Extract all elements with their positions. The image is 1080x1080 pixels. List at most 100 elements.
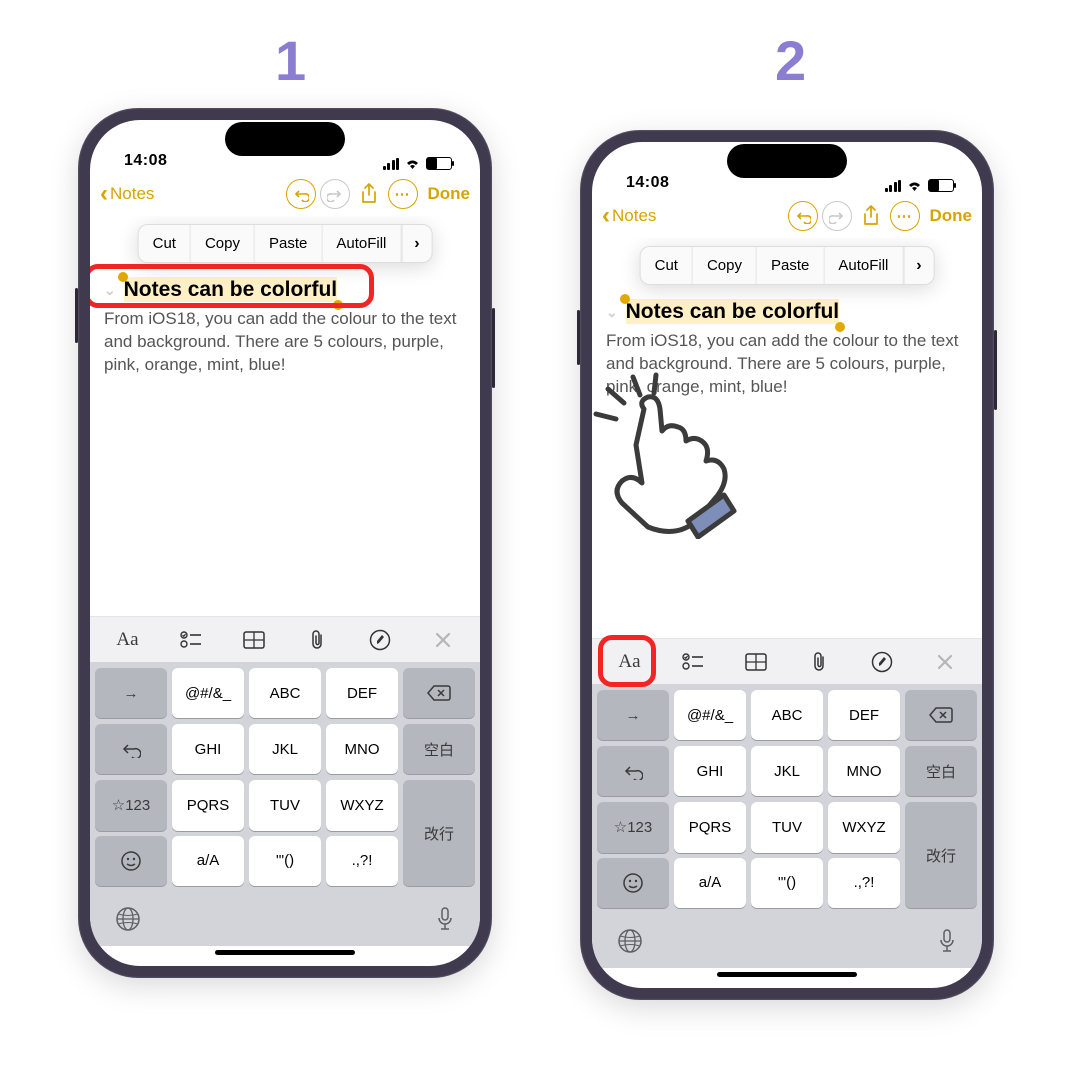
close-toolbar-button[interactable] xyxy=(419,622,467,658)
key-arrow[interactable]: → xyxy=(597,690,669,740)
globe-button[interactable] xyxy=(617,928,643,954)
key-quotes[interactable]: '"() xyxy=(249,836,321,887)
share-button[interactable] xyxy=(856,204,886,228)
close-icon xyxy=(936,653,954,671)
key-shift[interactable]: a/A xyxy=(674,858,746,909)
key-space[interactable]: 空白 xyxy=(403,724,475,774)
more-button[interactable]: ⋯ xyxy=(890,201,920,231)
key-mno[interactable]: MNO xyxy=(828,746,900,796)
note-area[interactable]: Cut Copy Paste AutoFill › ⌄ Notes can be… xyxy=(592,238,982,638)
key-ghi[interactable]: GHI xyxy=(674,746,746,796)
markup-button[interactable] xyxy=(858,644,906,680)
key-ghi[interactable]: GHI xyxy=(172,724,244,774)
context-menu-cut[interactable]: Cut xyxy=(641,247,693,284)
markup-button[interactable] xyxy=(356,622,404,658)
selection-handle-left[interactable] xyxy=(620,294,630,304)
home-indicator[interactable] xyxy=(90,946,480,966)
attachment-button[interactable] xyxy=(795,644,843,680)
key-abc[interactable]: ABC xyxy=(249,668,321,718)
cellular-signal-icon xyxy=(383,158,400,170)
key-tuv[interactable]: TUV xyxy=(249,780,321,831)
emoji-icon xyxy=(622,872,644,894)
text-format-button[interactable]: Aa xyxy=(104,622,152,658)
key-mode-123[interactable]: ☆123 xyxy=(95,780,167,831)
note-title[interactable]: ⌄ Notes can be colorful xyxy=(104,278,337,302)
phone-frame-2: 14:08 ‹ Notes ⋯ Done xyxy=(580,130,994,1000)
ellipsis-icon: ⋯ xyxy=(897,207,913,225)
checklist-button[interactable] xyxy=(167,622,215,658)
table-button[interactable] xyxy=(230,622,278,658)
key-punct[interactable]: .,?! xyxy=(828,858,900,909)
key-def[interactable]: DEF xyxy=(326,668,398,718)
more-button[interactable]: ⋯ xyxy=(388,179,418,209)
done-button[interactable]: Done xyxy=(930,206,973,226)
key-backspace[interactable] xyxy=(905,690,977,740)
key-wxyz[interactable]: WXYZ xyxy=(828,802,900,853)
context-menu-autofill[interactable]: AutoFill xyxy=(322,225,401,262)
battery-icon xyxy=(928,179,954,192)
key-shift[interactable]: a/A xyxy=(172,836,244,887)
table-icon xyxy=(243,631,265,649)
context-menu-more[interactable]: › xyxy=(903,247,933,284)
attachment-button[interactable] xyxy=(293,622,341,658)
text-format-button[interactable]: Aa xyxy=(606,644,654,680)
key-jkl[interactable]: JKL xyxy=(751,746,823,796)
key-emoji[interactable] xyxy=(597,858,669,909)
dictation-button[interactable] xyxy=(435,906,455,932)
key-return[interactable]: 改行 xyxy=(403,780,475,886)
backspace-icon xyxy=(427,684,451,702)
key-tuv[interactable]: TUV xyxy=(751,802,823,853)
key-punct[interactable]: .,?! xyxy=(326,836,398,887)
done-button[interactable]: Done xyxy=(428,184,471,204)
context-menu-more[interactable]: › xyxy=(401,225,431,262)
home-indicator[interactable] xyxy=(592,968,982,988)
key-undo[interactable] xyxy=(95,724,167,774)
checklist-button[interactable] xyxy=(669,644,717,680)
context-menu-autofill[interactable]: AutoFill xyxy=(824,247,903,284)
share-button[interactable] xyxy=(354,182,384,206)
key-backspace[interactable] xyxy=(403,668,475,718)
key-quotes[interactable]: '"() xyxy=(751,858,823,909)
key-wxyz[interactable]: WXYZ xyxy=(326,780,398,831)
key-arrow[interactable]: → xyxy=(95,668,167,718)
key-space[interactable]: 空白 xyxy=(905,746,977,796)
globe-button[interactable] xyxy=(115,906,141,932)
battery-icon xyxy=(426,157,452,170)
undo-button[interactable] xyxy=(788,201,818,231)
key-undo[interactable] xyxy=(597,746,669,796)
context-menu-paste[interactable]: Paste xyxy=(255,225,322,262)
collapse-chevron-icon[interactable]: ⌄ xyxy=(606,304,618,320)
key-symbols[interactable]: @#/&_ xyxy=(172,668,244,718)
key-mno[interactable]: MNO xyxy=(326,724,398,774)
dictation-button[interactable] xyxy=(937,928,957,954)
note-title[interactable]: ⌄ Notes can be colorful xyxy=(606,300,839,324)
keyboard[interactable]: → @#/&_ ABC DEF GHI JKL MNO 空白 ☆123 xyxy=(90,662,480,946)
step-number-2: 2 xyxy=(775,28,806,93)
context-menu-paste[interactable]: Paste xyxy=(757,247,824,284)
back-button[interactable]: ‹ Notes xyxy=(602,206,656,226)
key-return[interactable]: 改行 xyxy=(905,802,977,908)
note-body[interactable]: From iOS18, you can add the colour to th… xyxy=(606,330,968,399)
selection-handle-left[interactable] xyxy=(118,272,128,282)
close-toolbar-button[interactable] xyxy=(921,644,969,680)
key-abc[interactable]: ABC xyxy=(751,690,823,740)
key-jkl[interactable]: JKL xyxy=(249,724,321,774)
key-emoji[interactable] xyxy=(95,836,167,887)
back-button[interactable]: ‹ Notes xyxy=(100,184,154,204)
table-button[interactable] xyxy=(732,644,780,680)
key-symbols[interactable]: @#/&_ xyxy=(674,690,746,740)
keyboard[interactable]: → @#/&_ ABC DEF GHI JKL MNO 空白 ☆123 xyxy=(592,684,982,968)
key-pqrs[interactable]: PQRS xyxy=(674,802,746,853)
note-area[interactable]: Cut Copy Paste AutoFill › ⌄ Notes can be… xyxy=(90,216,480,616)
context-menu-cut[interactable]: Cut xyxy=(139,225,191,262)
key-def[interactable]: DEF xyxy=(828,690,900,740)
selected-text[interactable]: Notes can be colorful xyxy=(626,299,840,324)
undo-button[interactable] xyxy=(286,179,316,209)
selected-text[interactable]: Notes can be colorful xyxy=(124,277,338,302)
note-body[interactable]: From iOS18, you can add the colour to th… xyxy=(104,308,466,377)
collapse-chevron-icon[interactable]: ⌄ xyxy=(104,282,116,298)
context-menu-copy[interactable]: Copy xyxy=(693,247,757,284)
key-mode-123[interactable]: ☆123 xyxy=(597,802,669,853)
context-menu-copy[interactable]: Copy xyxy=(191,225,255,262)
key-pqrs[interactable]: PQRS xyxy=(172,780,244,831)
